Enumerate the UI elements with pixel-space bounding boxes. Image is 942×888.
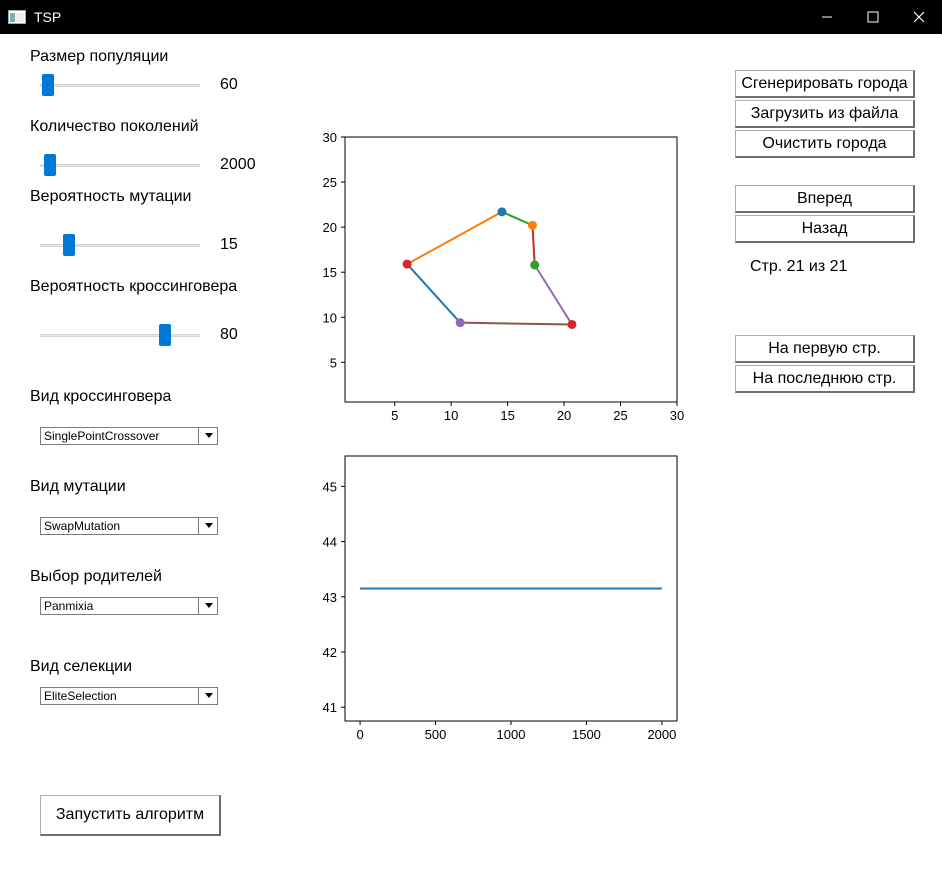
- generations-value: 2000: [220, 156, 256, 173]
- app-icon: [8, 10, 26, 24]
- y-tick-label: 45: [323, 479, 337, 494]
- fitness-chart: 0 500 1000 1500 2000 41 42 43 44 45: [323, 455, 678, 742]
- mutation-prob-label: Вероятность мутации: [30, 188, 192, 205]
- clear-cities-button[interactable]: Очистить города: [735, 130, 915, 158]
- x-tick-label: 5: [391, 408, 398, 423]
- slider-thumb[interactable]: [43, 154, 56, 176]
- last-page-button[interactable]: На последнюю стр.: [735, 365, 915, 393]
- x-tick-label: 500: [425, 727, 447, 742]
- population-label: Размер популяции: [30, 48, 169, 65]
- slider-track: [40, 84, 200, 87]
- city-point: [402, 259, 412, 269]
- x-tick-label: 1500: [572, 727, 601, 742]
- y-tick-label: 25: [323, 175, 337, 190]
- slider-thumb[interactable]: [42, 74, 54, 96]
- y-tick-label: 30: [323, 130, 337, 145]
- back-button[interactable]: Назад: [735, 215, 915, 243]
- dropdown-arrow-icon[interactable]: [198, 517, 218, 535]
- city-point: [530, 260, 540, 270]
- city-point: [497, 207, 507, 217]
- generate-cities-label: Сгенерировать города: [741, 74, 908, 92]
- population-slider[interactable]: [40, 74, 200, 98]
- slider-track: [40, 334, 200, 337]
- y-tick-label: 10: [323, 310, 337, 325]
- selection-type-select[interactable]: EliteSelection: [40, 687, 218, 705]
- crossover-type-label: Вид кроссинговера: [30, 388, 172, 405]
- title-bar: TSP: [0, 0, 942, 34]
- parent-selection-select[interactable]: Panmixia: [40, 597, 218, 615]
- x-tick-label: 15: [500, 408, 514, 423]
- crossover-prob-slider[interactable]: [40, 324, 200, 348]
- route-chart: 5 10 15 20 25 30 5 10 15 20 25 30: [323, 130, 685, 423]
- mutation-prob-value: 15: [220, 236, 238, 253]
- select-value: EliteSelection: [44, 689, 117, 703]
- select-value: SwapMutation: [44, 519, 121, 533]
- x-tick-label: 10: [444, 408, 458, 423]
- load-from-file-button[interactable]: Загрузить из файла: [735, 100, 915, 128]
- minimize-button[interactable]: [804, 0, 850, 34]
- crossover-type-select[interactable]: SinglePointCrossover: [40, 427, 218, 445]
- maximize-button[interactable]: [850, 0, 896, 34]
- crossover-prob-label: Вероятность кроссинговера: [30, 278, 238, 295]
- last-page-label: На последнюю стр.: [752, 369, 897, 387]
- select-value: SinglePointCrossover: [44, 429, 160, 443]
- y-tick-label: 15: [323, 265, 337, 280]
- first-page-label: На первую стр.: [768, 339, 881, 357]
- x-tick-label: 30: [670, 408, 684, 423]
- x-tick-label: 2000: [647, 727, 676, 742]
- back-label: Назад: [801, 219, 848, 237]
- dropdown-arrow-icon[interactable]: [198, 597, 218, 615]
- slider-track: [40, 164, 200, 167]
- plot-frame: [344, 136, 678, 403]
- mutation-prob-slider[interactable]: [40, 234, 200, 258]
- generations-slider[interactable]: [40, 154, 200, 178]
- mutation-type-select[interactable]: SwapMutation: [40, 517, 218, 535]
- page-indicator: Стр. 21 из 21: [750, 258, 848, 275]
- forward-label: Вперед: [796, 189, 852, 207]
- app-window: TSP Размер популяции 60 Количество покол…: [0, 0, 942, 888]
- y-tick-label: 43: [323, 590, 337, 605]
- dropdown-arrow-icon[interactable]: [198, 427, 218, 445]
- select-value: Panmixia: [44, 599, 94, 613]
- city-point: [567, 319, 577, 329]
- clear-cities-label: Очистить города: [762, 134, 887, 152]
- population-value: 60: [220, 76, 238, 93]
- slider-thumb[interactable]: [62, 234, 75, 256]
- city-point: [527, 220, 537, 230]
- y-tick-label: 44: [323, 535, 337, 550]
- slider-thumb[interactable]: [158, 324, 171, 346]
- dropdown-arrow-icon[interactable]: [198, 687, 218, 705]
- run-algorithm-button[interactable]: Запустить алгоритм: [40, 795, 221, 836]
- load-from-file-label: Загрузить из файла: [750, 104, 899, 122]
- forward-button[interactable]: Вперед: [735, 185, 915, 213]
- selection-type-label: Вид селекции: [30, 658, 133, 675]
- x-tick-label: 1000: [497, 727, 526, 742]
- generations-label: Количество поколений: [30, 118, 199, 135]
- x-tick-label: 0: [356, 727, 363, 742]
- window-title: TSP: [34, 9, 62, 25]
- x-tick-label: 25: [613, 408, 627, 423]
- generate-cities-button[interactable]: Сгенерировать города: [735, 70, 915, 98]
- close-button[interactable]: [896, 0, 942, 34]
- y-tick-label: 41: [323, 700, 337, 715]
- run-algorithm-label: Запустить алгоритм: [55, 806, 205, 823]
- y-tick-label: 5: [330, 355, 337, 370]
- x-tick-label: 20: [557, 408, 571, 423]
- y-tick-label: 42: [323, 645, 337, 660]
- mutation-type-label: Вид мутации: [30, 478, 126, 495]
- parent-selection-label: Выбор родителей: [30, 568, 162, 585]
- first-page-button[interactable]: На первую стр.: [735, 335, 915, 363]
- city-point: [455, 318, 465, 328]
- crossover-prob-value: 80: [220, 326, 238, 343]
- y-tick-label: 20: [323, 220, 337, 235]
